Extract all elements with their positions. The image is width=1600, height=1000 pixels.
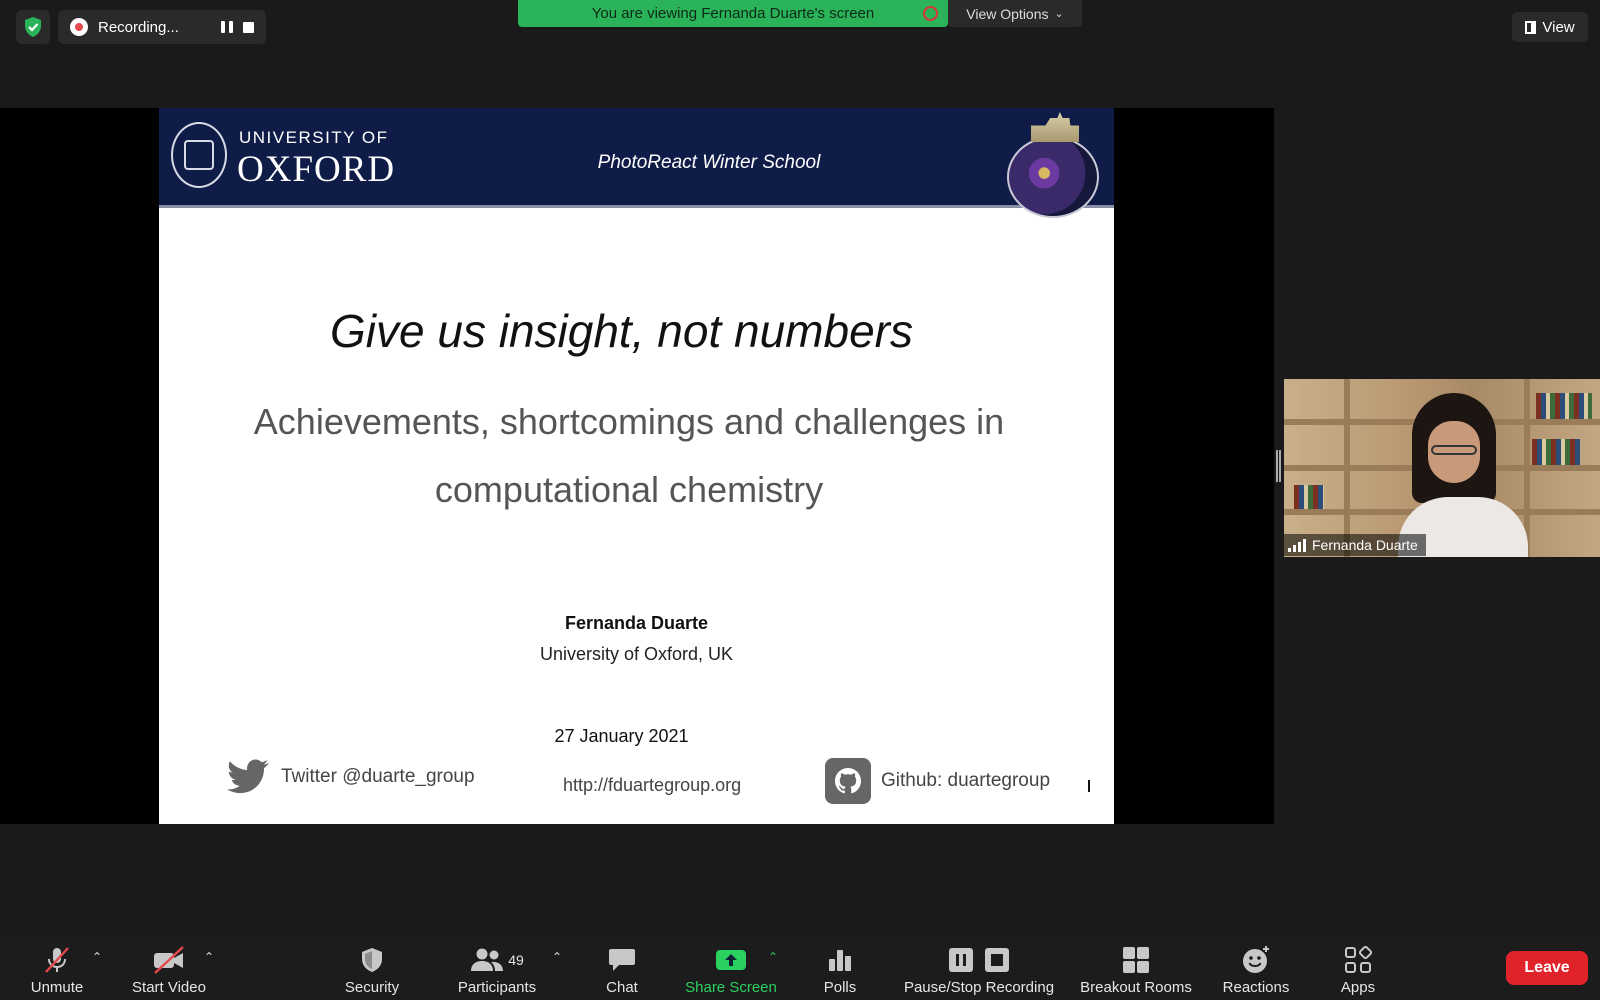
github-icon — [825, 758, 871, 804]
participant-person — [1398, 393, 1528, 557]
participants-options-chevron-icon[interactable]: ⌃ — [552, 950, 562, 964]
slide-date: 27 January 2021 — [554, 726, 689, 746]
participant-name: Fernanda Duarte — [1312, 537, 1418, 553]
author-affiliation: University of Oxford, UK — [539, 644, 734, 664]
github-handle: Github: duartegroup — [825, 758, 1050, 804]
reactions-label: Reactions — [1222, 979, 1290, 996]
share-screen-arrow-icon — [715, 945, 747, 975]
start-video-button[interactable]: Start Video — [124, 940, 214, 996]
unmute-button[interactable]: Unmute — [22, 940, 92, 996]
text-cursor — [1088, 780, 1090, 792]
apps-label: Apps — [1340, 979, 1376, 996]
signal-strength-icon — [1288, 538, 1306, 552]
unmute-label: Unmute — [30, 979, 84, 996]
apps-button[interactable]: Apps — [1328, 940, 1388, 996]
view-options-button[interactable]: View Options ⌄ — [948, 0, 1082, 27]
security-button[interactable]: Security — [336, 940, 408, 996]
pause-icon — [949, 948, 973, 972]
view-button-label: View — [1542, 18, 1575, 36]
university-label: UNIVERSITY OF — [239, 128, 389, 147]
view-options-label: View Options — [966, 5, 1049, 22]
share-screen-button[interactable]: Share Screen — [680, 940, 782, 996]
participant-video-tile[interactable]: Fernanda Duarte — [1284, 379, 1600, 557]
polls-button[interactable]: Polls — [812, 940, 868, 996]
viewing-banner-text: You are viewing Fernanda Duarte's screen — [591, 5, 875, 22]
recording-dot-icon — [70, 18, 88, 36]
video-options-chevron-icon[interactable]: ⌃ — [204, 950, 214, 964]
panel-resize-handle[interactable] — [1276, 450, 1281, 482]
participants-button[interactable]: 49 Participants — [450, 940, 544, 996]
oxford-wordmark: OXFORD — [237, 149, 396, 190]
slide-title: Give us insight, not numbers — [330, 305, 913, 357]
microphone-muted-icon — [42, 945, 72, 975]
pause-stop-recording-label: Pause/Stop Recording — [903, 979, 1055, 996]
building-icon — [1031, 112, 1079, 142]
slide-subtitle: Achievements, shortcomings and challenge… — [253, 401, 1005, 510]
share-screen-label: Share Screen — [685, 979, 777, 996]
share-options-chevron-icon[interactable]: ⌃ — [768, 950, 778, 964]
participants-count: 49 — [508, 952, 524, 968]
start-video-label: Start Video — [132, 979, 206, 996]
pause-recording-icon[interactable] — [221, 21, 233, 33]
polls-label: Polls — [823, 979, 857, 996]
polls-bar-chart-icon — [827, 945, 853, 975]
stop-icon — [985, 948, 1009, 972]
recording-label: Recording... — [98, 18, 179, 36]
chat-label: Chat — [606, 979, 638, 996]
chat-button[interactable]: Chat — [596, 940, 648, 996]
oxford-crest-icon — [171, 122, 227, 188]
chat-bubble-icon — [608, 945, 636, 975]
school-name: PhotoReact Winter School — [597, 152, 821, 173]
author-name: Fernanda Duarte — [564, 613, 709, 633]
breakout-rooms-label: Breakout Rooms — [1080, 979, 1192, 996]
website-link: http://fduartegroup.org — [563, 775, 742, 795]
reactions-button[interactable]: Reactions — [1216, 940, 1296, 996]
recording-indicator: Recording... — [58, 10, 266, 44]
stop-share-icon[interactable] — [923, 6, 938, 21]
pause-stop-recording-button[interactable]: Pause/Stop Recording — [898, 940, 1060, 996]
reactions-smiley-icon — [1241, 945, 1271, 975]
breakout-rooms-button[interactable]: Breakout Rooms — [1076, 940, 1196, 996]
github-text: Github: duartegroup — [881, 770, 1051, 791]
layout-icon — [1525, 20, 1537, 34]
presentation-slide: UNIVERSITY OF OXFORD PhotoReact Winter S… — [159, 108, 1114, 824]
twitter-handle: Twitter @duarte_group — [225, 758, 475, 796]
viewing-screen-banner: You are viewing Fernanda Duarte's screen — [518, 0, 948, 27]
participants-label: Participants — [457, 979, 537, 996]
twitter-text: Twitter @duarte_group — [281, 766, 475, 787]
participants-icon — [471, 948, 504, 971]
security-shield-icon[interactable] — [16, 10, 50, 44]
apps-icon — [1344, 945, 1372, 975]
participant-name-tag: Fernanda Duarte — [1284, 534, 1426, 556]
stop-recording-icon[interactable] — [243, 21, 254, 33]
camera-off-icon — [152, 945, 186, 975]
duarte-group-logo — [1007, 136, 1099, 218]
breakout-rooms-grid-icon — [1122, 945, 1150, 975]
audio-options-chevron-icon[interactable]: ⌃ — [92, 950, 102, 964]
slide-header: UNIVERSITY OF OXFORD PhotoReact Winter S… — [159, 108, 1114, 218]
recording-controls-icons — [948, 945, 1010, 975]
security-label: Security — [344, 979, 400, 996]
chevron-down-icon: ⌄ — [1054, 8, 1064, 20]
twitter-bird-icon — [227, 759, 269, 794]
view-button[interactable]: View — [1512, 12, 1588, 42]
participants-icon-group: 49 — [470, 945, 524, 975]
security-shield-toolbar-icon — [360, 945, 384, 975]
leave-button[interactable]: Leave — [1506, 951, 1588, 985]
